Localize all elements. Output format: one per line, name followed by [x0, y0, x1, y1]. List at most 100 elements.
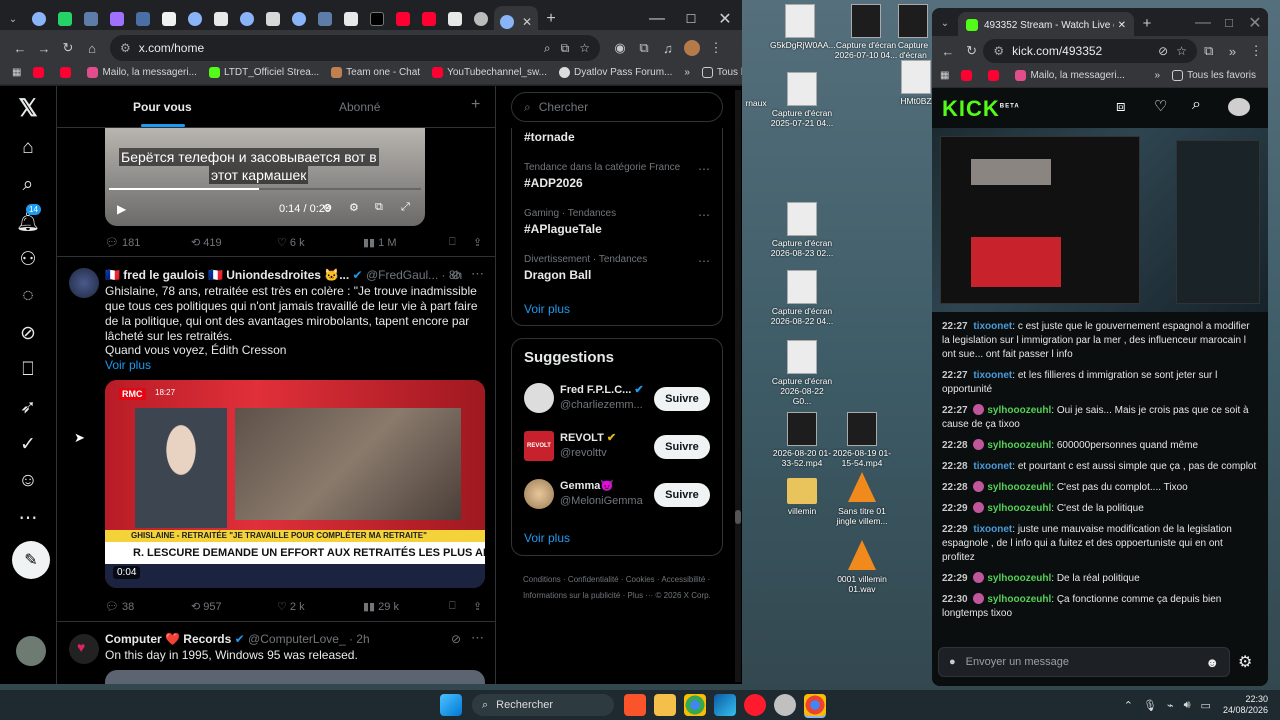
tab[interactable]: [260, 5, 286, 33]
media-icon[interactable]: ♫: [656, 36, 680, 60]
follow-icon[interactable]: ⚇: [14, 245, 42, 273]
desktop-icon[interactable]: villemin: [770, 472, 834, 516]
bookmark-item[interactable]: Dyatlov Pass Forum...: [559, 67, 672, 78]
author-avatar[interactable]: [69, 268, 99, 298]
kick-logo[interactable]: KICKBETA: [942, 96, 1020, 122]
desktop-icon[interactable]: G5kDgRjW0AA...: [770, 4, 836, 50]
tab[interactable]: [104, 5, 130, 33]
views-count[interactable]: ▮▮ 29 k: [363, 600, 449, 613]
emoji-icon[interactable]: ☻: [1205, 655, 1219, 670]
tab-list-icon[interactable]: ⌄: [0, 5, 26, 33]
close-tab-icon[interactable]: ✕: [1118, 20, 1126, 31]
bookmark-item[interactable]: Mailo, la messageri...: [87, 67, 197, 78]
messages-icon[interactable]: ◌: [14, 282, 42, 310]
profile-icon[interactable]: ☺: [14, 467, 42, 495]
tab-for-you[interactable]: Pour vous: [133, 100, 192, 114]
like-button[interactable]: ♡ 2 k: [277, 600, 363, 613]
repost-button[interactable]: ⟲ 957: [191, 600, 277, 613]
tab[interactable]: [156, 5, 182, 33]
user-avatar[interactable]: [1228, 98, 1250, 116]
start-icon[interactable]: [440, 694, 462, 716]
footer-link[interactable]: Plus ···: [628, 591, 654, 600]
like-button[interactable]: ♡ 6 k: [277, 236, 363, 249]
close-window-icon[interactable]: ✕: [1242, 9, 1268, 37]
tab[interactable]: [234, 5, 260, 33]
author-handle[interactable]: @FredGaul...: [366, 268, 438, 282]
tab[interactable]: [416, 5, 442, 33]
menu-icon[interactable]: ⋮: [1244, 39, 1268, 63]
new-tab-icon[interactable]: +: [538, 5, 564, 33]
minimize-icon[interactable]: —: [640, 5, 674, 33]
play-icon[interactable]: ▶: [117, 202, 126, 216]
chat-username[interactable]: tixoonet: [973, 461, 1012, 472]
apps-icon[interactable]: ▦: [940, 70, 949, 81]
tab[interactable]: [364, 5, 390, 33]
reply-button[interactable]: 💬︎ 181: [105, 236, 191, 249]
home-icon[interactable]: ⌂: [14, 134, 42, 162]
pip-icon[interactable]: ⧉: [375, 201, 383, 214]
reload-icon[interactable]: ↻: [960, 39, 984, 63]
reload-icon[interactable]: ↻: [56, 36, 80, 60]
minimize-icon[interactable]: —: [1190, 9, 1216, 37]
edge-icon[interactable]: [714, 694, 736, 716]
suggestion-name[interactable]: REVOLT ✔: [560, 431, 616, 444]
author-avatar[interactable]: ♥: [69, 634, 99, 664]
post-more-icon[interactable]: ⋯: [471, 266, 484, 282]
favorites-icon[interactable]: ♡: [1154, 97, 1167, 115]
suggestion-avatar[interactable]: [524, 479, 554, 509]
tab[interactable]: [52, 5, 78, 33]
address-bar[interactable]: ⚙ kick.com/493352 ⊘ ☆: [983, 39, 1197, 63]
chrome-active-icon[interactable]: [804, 694, 826, 716]
show-more-link[interactable]: Voir plus: [105, 358, 151, 372]
new-tab-icon[interactable]: +: [1134, 9, 1160, 37]
bookmark-item[interactable]: [60, 67, 75, 78]
back-icon[interactable]: ←: [8, 36, 32, 60]
compose-button[interactable]: ✎: [12, 541, 50, 579]
site-info-icon[interactable]: ⚙: [993, 44, 1004, 58]
microphone-icon[interactable]: 🎙︎: [1143, 699, 1157, 712]
trend-name[interactable]: #ADP2026: [524, 176, 583, 190]
desktop-icon[interactable]: Capture d'écran 2026-07-10 04...: [834, 4, 898, 60]
post-image[interactable]: [105, 670, 485, 684]
bookmark-star-icon[interactable]: ☆: [1176, 44, 1187, 58]
extension-icon[interactable]: ◉: [608, 36, 632, 60]
bookmark-item[interactable]: Mailo, la messageri...: [1015, 70, 1125, 81]
footer-link[interactable]: Conditions: [523, 575, 561, 584]
share-icon[interactable]: ⇪: [473, 236, 482, 249]
trend-name[interactable]: #APlagueTale: [524, 222, 602, 236]
more-bookmarks-icon[interactable]: »: [684, 67, 690, 78]
grok-icon[interactable]: ⊘: [14, 319, 42, 347]
tab[interactable]: [78, 5, 104, 33]
tab[interactable]: [390, 5, 416, 33]
chat-username[interactable]: sylhooozeuhl: [987, 594, 1051, 605]
bookmark-item[interactable]: Team one - Chat: [331, 67, 420, 78]
desktop-icon[interactable]: Capture d'écran 2026-08-22 G0...: [770, 340, 834, 406]
bookmark-icon[interactable]: ⎕: [449, 600, 473, 613]
chat-username[interactable]: sylhooozeuhl: [987, 573, 1051, 584]
close-window-icon[interactable]: ✕: [708, 5, 742, 33]
notifications-icon[interactable]: 🔔︎ 14: [14, 204, 42, 236]
bookmark-item[interactable]: LTDT_Officiel Strea...: [208, 67, 319, 78]
chat-username[interactable]: tixoonet: [973, 524, 1012, 535]
profile-avatar[interactable]: [680, 36, 704, 60]
footer-link[interactable]: Informations sur la publicité: [523, 591, 620, 600]
chat-username[interactable]: sylhooozeuhl: [987, 482, 1051, 493]
address-bar[interactable]: ⚙ x.com/home ⌕ ⧉ ☆: [110, 35, 600, 61]
chat-username[interactable]: sylhooozeuhl: [987, 503, 1051, 514]
follow-button[interactable]: Suivre: [654, 483, 710, 507]
chat-username[interactable]: sylhooozeuhl: [987, 440, 1051, 451]
zoom-icon[interactable]: ⌕: [544, 41, 551, 56]
trend-name[interactable]: #tornade: [524, 130, 575, 144]
suggestion-avatar[interactable]: [524, 383, 554, 413]
video-progress[interactable]: [109, 188, 421, 190]
maximize-icon[interactable]: ☐: [674, 5, 708, 33]
chat-username[interactable]: tixoonet: [973, 321, 1012, 332]
more-bookmarks-icon[interactable]: »: [1155, 70, 1161, 81]
close-tab-icon[interactable]: ✕: [522, 15, 532, 29]
follow-button[interactable]: Suivre: [654, 435, 710, 459]
desktop-icon[interactable]: 0001 villemin 01.wav: [830, 540, 894, 594]
all-bookmarks[interactable]: Tous les favoris: [701, 67, 742, 78]
desktop-icon[interactable]: 2026-08-20 01-33-52.mp4: [770, 412, 834, 468]
tracking-icon[interactable]: ⊘: [1158, 44, 1168, 58]
tray-overflow-icon[interactable]: ⌃: [1124, 699, 1133, 712]
